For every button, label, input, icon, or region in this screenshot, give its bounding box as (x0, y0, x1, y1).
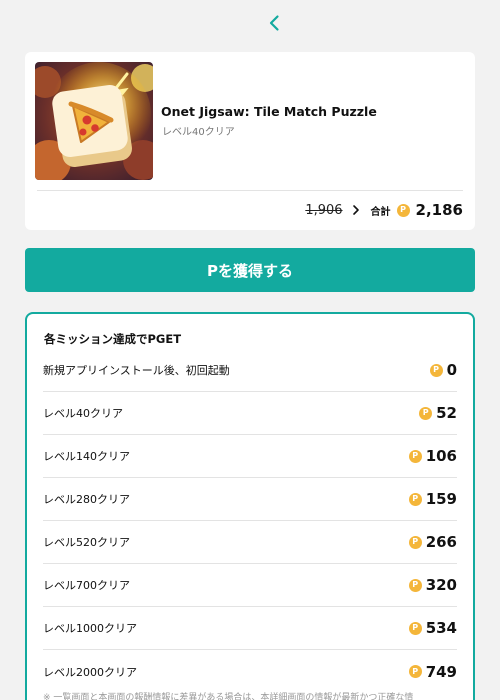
point-coin-icon: P (408, 535, 422, 549)
mission-label: レベル2000クリア (43, 665, 137, 679)
mission-reward: P 0 (429, 361, 457, 379)
mission-points: 749 (425, 662, 457, 681)
get-points-button[interactable]: Pを獲得する (25, 248, 475, 292)
point-coin-icon: P (429, 363, 443, 377)
mission-points: 534 (425, 619, 457, 637)
pizza-tile-icon (35, 62, 153, 180)
mission-row: レベル280クリア P 159 (43, 478, 457, 521)
mission-reward: P 534 (408, 619, 457, 637)
mission-points: 52 (436, 404, 457, 422)
point-coin-icon: P (408, 449, 422, 463)
top-bar (0, 0, 500, 50)
mission-row: レベル40クリア P 52 (43, 392, 457, 435)
point-coin-icon: P (408, 578, 422, 592)
mission-row: レベル1000クリア P 534 (43, 607, 457, 650)
app-title: Onet Jigsaw: Tile Match Puzzle (161, 104, 377, 119)
point-coin-icon: P (396, 203, 410, 217)
point-coin-icon: P (408, 492, 422, 506)
old-points: 1,906 (305, 202, 343, 218)
mission-row: レベル2000クリア P 749 (43, 650, 457, 693)
mission-heading: 各ミッション達成でPGET (44, 332, 182, 346)
mission-label: レベル40クリア (43, 407, 123, 420)
mission-row: 新規アプリインストール後、初回起動 P 0 (43, 349, 457, 392)
app-thumbnail (35, 62, 153, 180)
mission-label: 新規アプリインストール後、初回起動 (43, 364, 230, 377)
mission-points: 106 (425, 447, 457, 465)
mission-reward: P 320 (408, 576, 457, 594)
mission-reward: P 749 (408, 662, 457, 681)
mission-points: 0 (446, 361, 457, 379)
mission-reward: P 52 (419, 404, 457, 422)
mission-label: レベル280クリア (43, 493, 130, 506)
mission-points: 266 (425, 533, 457, 551)
app-subtitle: レベル40クリア (162, 127, 235, 138)
mission-label: レベル700クリア (43, 579, 130, 592)
mission-panel: 各ミッション達成でPGET 新規アプリインストール後、初回起動 P 0 レベル4… (25, 312, 475, 700)
point-coin-icon: P (419, 406, 433, 420)
mission-list: 新規アプリインストール後、初回起動 P 0 レベル40クリア P 52 レベル1… (43, 349, 457, 693)
chevron-right-icon (349, 203, 363, 217)
point-coin-icon: P (408, 621, 422, 635)
mission-reward: P 266 (408, 533, 457, 551)
mission-label: レベル1000クリア (43, 622, 137, 635)
mission-points: 159 (425, 490, 457, 508)
app-card[interactable]: Onet Jigsaw: Tile Match Puzzle レベル40クリア … (25, 52, 475, 230)
total-points-row: 1,906 合計 P 2,186 (305, 200, 463, 220)
mission-row: レベル140クリア P 106 (43, 435, 457, 478)
back-button[interactable] (262, 10, 288, 36)
mission-label: レベル140クリア (43, 450, 130, 463)
divider (37, 190, 463, 191)
mission-reward: P 159 (408, 490, 457, 508)
mission-reward: P 106 (408, 447, 457, 465)
footnote: ※ 一覧画面と本画面の報酬情報に差異がある場合は、本詳細画面の情報が最新かつ正確… (43, 693, 414, 700)
total-label: 合計 (370, 206, 391, 218)
point-coin-icon: P (408, 665, 422, 678)
mission-row: レベル700クリア P 320 (43, 564, 457, 607)
chevron-left-icon (269, 15, 279, 31)
mission-label: レベル520クリア (43, 536, 130, 549)
total-points: 2,186 (415, 201, 463, 219)
mission-row: レベル520クリア P 266 (43, 521, 457, 564)
mission-points: 320 (425, 576, 457, 594)
